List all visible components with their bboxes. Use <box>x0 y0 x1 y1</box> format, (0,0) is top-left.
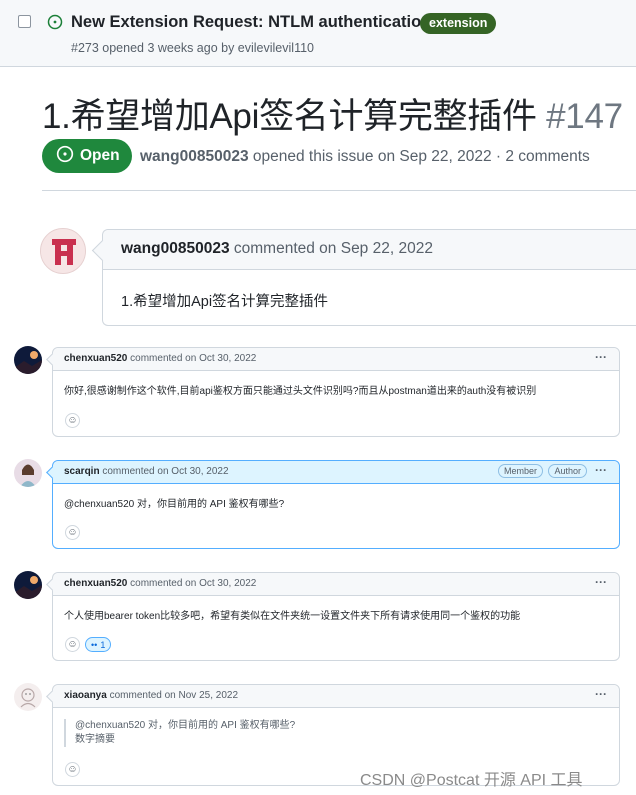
comment-body: @chenxuan520 对，你目前用的 API 鉴权有哪些? 数字摘要 <box>53 708 619 747</box>
comment-author-link[interactable]: chenxuan520 <box>64 353 127 364</box>
comment-body: 1.希望增加Api签名计算完整插件 <box>121 294 329 310</box>
issue-state-badge: Open <box>42 139 132 173</box>
comment-card: chenxuan520 commented on Oct 30, 2022 ··… <box>52 347 620 437</box>
kebab-menu-icon[interactable]: ··· <box>595 463 607 477</box>
kebab-menu-icon[interactable]: ··· <box>595 575 607 589</box>
header-divider <box>42 190 636 191</box>
add-reaction-smiley-icon[interactable]: ☺ <box>65 762 80 777</box>
issue-meta: #273 opened 3 weeks ago by evilevilevil1… <box>71 41 314 55</box>
issue-title-link[interactable]: New Extension Request: NTLM authenticati… <box>71 13 431 32</box>
select-checkbox[interactable] <box>18 15 31 28</box>
kebab-menu-icon[interactable]: ··· <box>595 687 607 701</box>
reaction-count: 1 <box>100 639 106 650</box>
comment-header: scarqin commented on Oct 30, 2022 Member… <box>53 461 619 484</box>
comment-body: 你好,很感谢制作这个软件,目前api鉴权方面只能通过头文件识别吗?而且从post… <box>64 386 537 397</box>
kebab-menu-icon[interactable]: ··· <box>595 350 607 364</box>
eyes-icon: •• <box>91 639 98 650</box>
comment-header: chenxuan520 commented on Oct 30, 2022 ··… <box>53 348 619 371</box>
issue-open-icon <box>56 145 74 168</box>
issue-author-link[interactable]: wang00850023 <box>140 148 249 165</box>
avatar[interactable] <box>14 683 42 711</box>
add-reaction-smiley-icon[interactable]: ☺ <box>65 413 80 428</box>
comment-timestamp[interactable]: commented on Nov 25, 2022 <box>110 690 238 701</box>
quoted-reply: @chenxuan520 对，你目前用的 API 鉴权有哪些? 数字摘要 <box>64 719 619 747</box>
comment-author-link[interactable]: xiaoanya <box>64 690 107 701</box>
comment-body: @chenxuan520 对，你目前用的 API 鉴权有哪些? <box>64 499 285 510</box>
avatar[interactable] <box>14 459 42 487</box>
comment-author-link[interactable]: wang00850023 <box>121 240 230 257</box>
watermark-text: CSDN @Postcat 开源 API 工具 <box>360 772 583 789</box>
issue-state-label: Open <box>80 147 120 164</box>
quote-text: @chenxuan520 对，你目前用的 API 鉴权有哪些? <box>75 720 296 731</box>
comment-body: 个人使用bearer token比较多吧，希望有类似在文件夹统一设置文件夹下所有… <box>64 611 521 622</box>
comment-author-link[interactable]: chenxuan520 <box>64 578 127 589</box>
comment-header: xiaoanya commented on Nov 25, 2022 ··· <box>53 685 619 708</box>
issue-label-extension[interactable]: extension <box>420 13 497 34</box>
comment-card: wang00850023 commented on Sep 22, 2022 1… <box>102 229 636 326</box>
comment-header: wang00850023 commented on Sep 22, 2022 <box>103 230 636 270</box>
add-reaction-smiley-icon[interactable]: ☺ <box>65 525 80 540</box>
issue-header-meta: wang00850023 opened this issue on Sep 22… <box>140 148 590 166</box>
avatar[interactable] <box>40 228 86 274</box>
issue-list-row[interactable]: New Extension Request: NTLM authenticati… <box>0 0 636 67</box>
comment-card: scarqin commented on Oct 30, 2022 Member… <box>52 460 620 549</box>
member-badge: Member <box>497 464 543 478</box>
comment-card: chenxuan520 commented on Oct 30, 2022 ··… <box>52 572 620 661</box>
quote-reply-text: 数字摘要 <box>75 734 115 745</box>
page-title: 1.希望增加Api签名计算完整插件 #147 <box>42 88 623 139</box>
author-badge: Author <box>548 464 587 478</box>
issue-number: #147 <box>546 97 623 136</box>
comment-timestamp[interactable]: commented on Oct 30, 2022 <box>130 353 256 364</box>
avatar[interactable] <box>14 346 42 374</box>
avatar[interactable] <box>14 571 42 599</box>
issue-open-icon <box>47 14 63 35</box>
comment-timestamp[interactable]: commented on Oct 30, 2022 <box>102 466 228 477</box>
comment-author-link[interactable]: scarqin <box>64 466 100 477</box>
comment-timestamp[interactable]: commented on Oct 30, 2022 <box>130 578 256 589</box>
issue-meta-text: opened this issue on Sep 22, 2022 · 2 co… <box>252 148 590 165</box>
add-reaction-smiley-icon[interactable]: ☺ <box>65 637 80 652</box>
comment-header: chenxuan520 commented on Oct 30, 2022 ··… <box>53 573 619 596</box>
comment-timestamp[interactable]: commented on Sep 22, 2022 <box>234 240 433 257</box>
issue-title-text: 1.希望增加Api签名计算完整插件 <box>42 97 537 136</box>
eyes-reaction-button[interactable]: •• 1 <box>85 637 112 652</box>
